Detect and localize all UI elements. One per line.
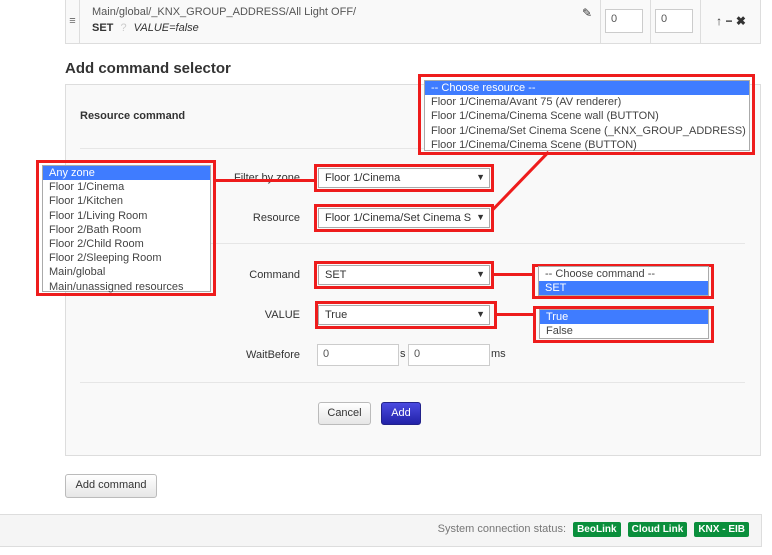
value-options-list: True False: [539, 309, 709, 339]
status-badge-beolink: BeoLink: [573, 522, 621, 537]
dropdown-option[interactable]: -- Choose command --: [539, 267, 708, 281]
dropdown-option[interactable]: Floor 2/Child Room: [43, 237, 210, 251]
value-label: VALUE: [264, 309, 300, 321]
close-icon[interactable]: ✖: [736, 14, 746, 28]
dropdown-option[interactable]: Floor 1/Living Room: [43, 209, 210, 223]
dropdown-option[interactable]: Floor 2/Bath Room: [43, 223, 210, 237]
add-button[interactable]: Add: [381, 402, 421, 425]
waitbefore-label: WaitBefore: [245, 349, 300, 361]
dropdown-option[interactable]: False: [540, 324, 708, 338]
cancel-button[interactable]: Cancel: [318, 402, 371, 425]
footer-bar: System connection status: BeoLink Cloud …: [0, 514, 762, 547]
move-up-icon[interactable]: ↑: [716, 14, 722, 28]
seconds-unit: s: [400, 348, 406, 360]
dropdown-option[interactable]: Main/unassigned resources: [43, 280, 210, 294]
dropdown-option[interactable]: -- Choose resource --: [425, 81, 749, 96]
dropdown-option[interactable]: Floor 1/Cinema/Cinema Scene wall (BUTTON…: [425, 109, 749, 123]
command-path: Main/global/_KNX_GROUP_ADDRESS/All Light…: [92, 6, 357, 18]
command-row: ≡ Main/global/_KNX_GROUP_ADDRESS/All Lig…: [65, 0, 761, 44]
status-badge-knx: KNX - EIB: [694, 522, 749, 537]
section-heading: Add command selector: [65, 60, 231, 77]
dropdown-option[interactable]: Any zone: [43, 166, 210, 181]
add-command-button[interactable]: Add command: [65, 474, 157, 498]
command-cell: Main/global/_KNX_GROUP_ADDRESS/All Light…: [80, 0, 601, 43]
dropdown-option[interactable]: Main/global: [43, 265, 210, 279]
wait-seconds-input[interactable]: 0: [317, 344, 399, 366]
status-badge-cloud-link: Cloud Link: [627, 522, 688, 537]
dropdown-option[interactable]: Floor 1/Cinema/Cinema Scene (BUTTON): [425, 138, 749, 152]
resource-options-list: -- Choose resource -- Floor 1/Cinema/Avan…: [424, 80, 750, 151]
dropdown-option[interactable]: Floor 2/Sleeping Room: [43, 251, 210, 265]
ms-unit: ms: [491, 348, 506, 360]
delay-input-2[interactable]: 0: [655, 9, 693, 33]
edit-icon[interactable]: ✎: [582, 6, 592, 20]
dropdown-option[interactable]: Floor 1/Kitchen: [43, 194, 210, 208]
command-options-list: -- Choose command -- SET: [538, 266, 709, 296]
dropdown-option[interactable]: Floor 1/Cinema: [43, 180, 210, 194]
minus-icon[interactable]: −: [725, 14, 732, 28]
resource-command-label: Resource command: [80, 110, 186, 122]
dropdown-option[interactable]: Floor 1/Cinema/Set Cinema Scene (_KNX_GR…: [425, 124, 749, 138]
dropdown-option[interactable]: SET: [539, 281, 708, 296]
zone-options-list: Any zone Floor 1/Cinema Floor 1/Kitchen Flo…: [42, 165, 211, 294]
command-name: SET: [92, 22, 114, 34]
status-label: System connection status:: [437, 523, 567, 535]
command-params: VALUE=false: [133, 22, 199, 34]
delay-input-1[interactable]: 0: [605, 9, 643, 33]
wait-ms-input[interactable]: 0: [408, 344, 490, 366]
help-icon[interactable]: ?: [120, 22, 126, 34]
dropdown-option[interactable]: True: [540, 310, 708, 325]
drag-handle-icon[interactable]: ≡: [66, 0, 80, 43]
dropdown-option[interactable]: Floor 1/Cinema/Avant 75 (AV renderer): [425, 95, 749, 109]
